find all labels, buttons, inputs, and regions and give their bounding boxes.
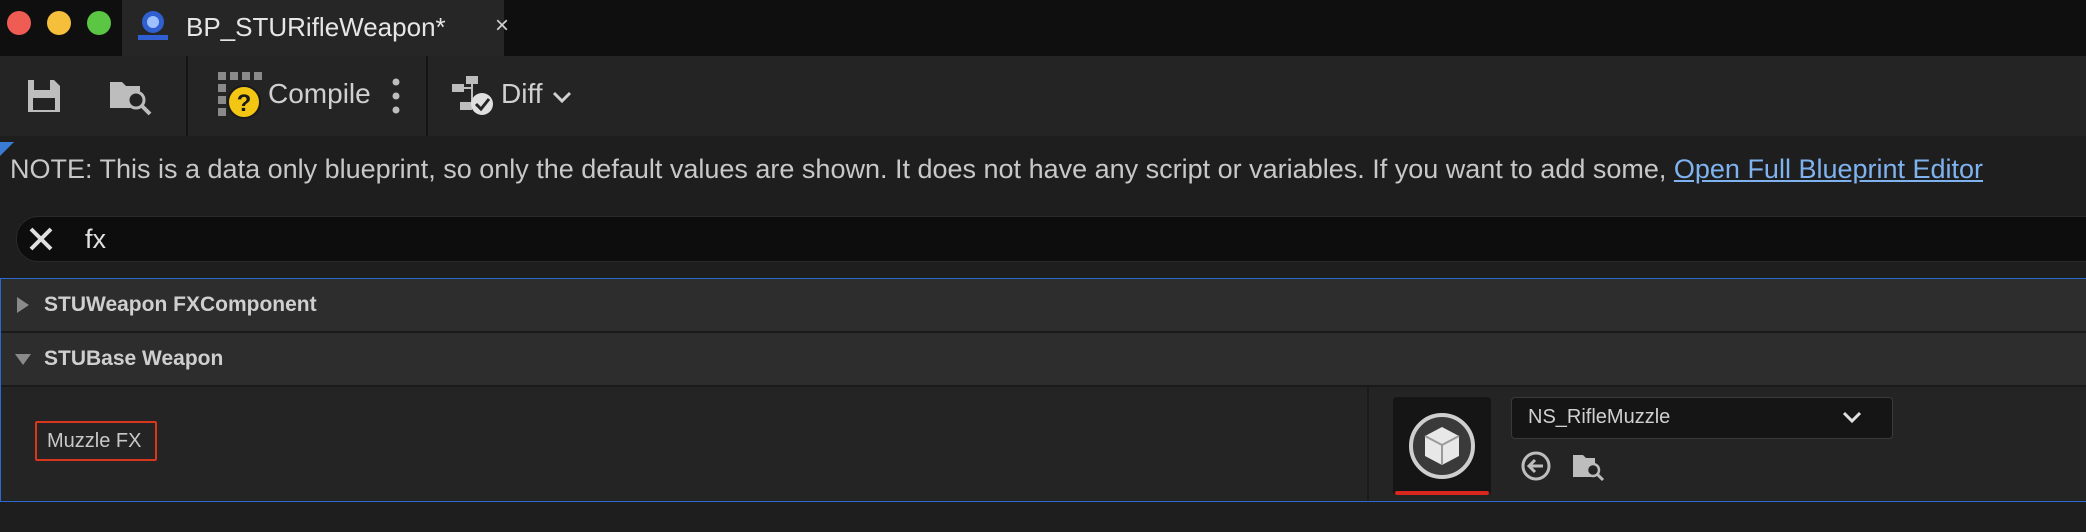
note-text: NOTE: This is a data only blueprint, so … (10, 154, 1674, 184)
diff-icon[interactable] (450, 76, 498, 118)
toolbar: ? Compile Diff (0, 56, 2086, 136)
chevron-down-icon[interactable] (552, 90, 572, 104)
category-stuweapon-fxcomponent[interactable]: STUWeapon FXComponent (1, 279, 2086, 333)
collapsed-arrow-icon[interactable] (13, 295, 33, 315)
search-input[interactable] (83, 219, 987, 259)
browse-asset-icon[interactable] (1571, 449, 1605, 483)
use-selected-asset-icon[interactable] (1519, 449, 1553, 483)
property-highlight: Muzzle FX (35, 421, 157, 461)
svg-text:?: ? (237, 90, 252, 117)
blueprint-icon (138, 11, 168, 40)
details-tree: STUWeapon FXComponent STUBase Weapon Muz… (0, 278, 2086, 502)
search-box (16, 216, 2086, 262)
tab-title: BP_STURifleWeapon* (186, 12, 446, 42)
open-full-editor-link[interactable]: Open Full Blueprint Editor (1674, 154, 1983, 184)
minimize-window-button[interactable] (47, 11, 71, 35)
toolbar-separator (186, 56, 188, 136)
toolbar-separator (426, 56, 428, 136)
expanded-arrow-icon[interactable] (13, 349, 33, 369)
asset-thumbnail[interactable] (1393, 397, 1491, 495)
close-window-button[interactable] (7, 11, 31, 35)
asset-type-bar (1395, 491, 1489, 495)
category-label: STUBase Weapon (44, 347, 224, 370)
tab-close-icon[interactable]: × (492, 12, 512, 40)
property-label: Muzzle FX (47, 430, 142, 452)
compile-status-icon[interactable]: ? (216, 70, 266, 122)
category-stubase-weapon[interactable]: STUBase Weapon (1, 333, 2086, 387)
data-only-note: NOTE: This is a data only blueprint, so … (10, 154, 1983, 185)
property-row-muzzle-fx: Muzzle FX NS_RifleMuzzle (1, 387, 2086, 501)
column-splitter[interactable] (1367, 387, 1369, 501)
chevron-down-icon[interactable] (1842, 410, 1862, 424)
asset-name: NS_RifleMuzzle (1528, 406, 1671, 428)
category-label: STUWeapon FXComponent (44, 293, 317, 316)
asset-picker-combo[interactable]: NS_RifleMuzzle (1511, 397, 1893, 439)
maximize-window-button[interactable] (87, 11, 111, 35)
save-icon[interactable] (20, 72, 68, 120)
title-bar: BP_STURifleWeapon* × (0, 0, 2086, 56)
browse-folder-icon[interactable] (106, 72, 154, 120)
diff-button[interactable]: Diff (501, 78, 543, 110)
tab-blueprint[interactable]: BP_STURifleWeapon* × (122, 0, 509, 56)
compile-button[interactable]: Compile (268, 78, 371, 110)
clear-search-icon[interactable] (25, 223, 57, 255)
compile-options-icon[interactable] (390, 76, 402, 116)
cube-icon (1409, 413, 1475, 479)
